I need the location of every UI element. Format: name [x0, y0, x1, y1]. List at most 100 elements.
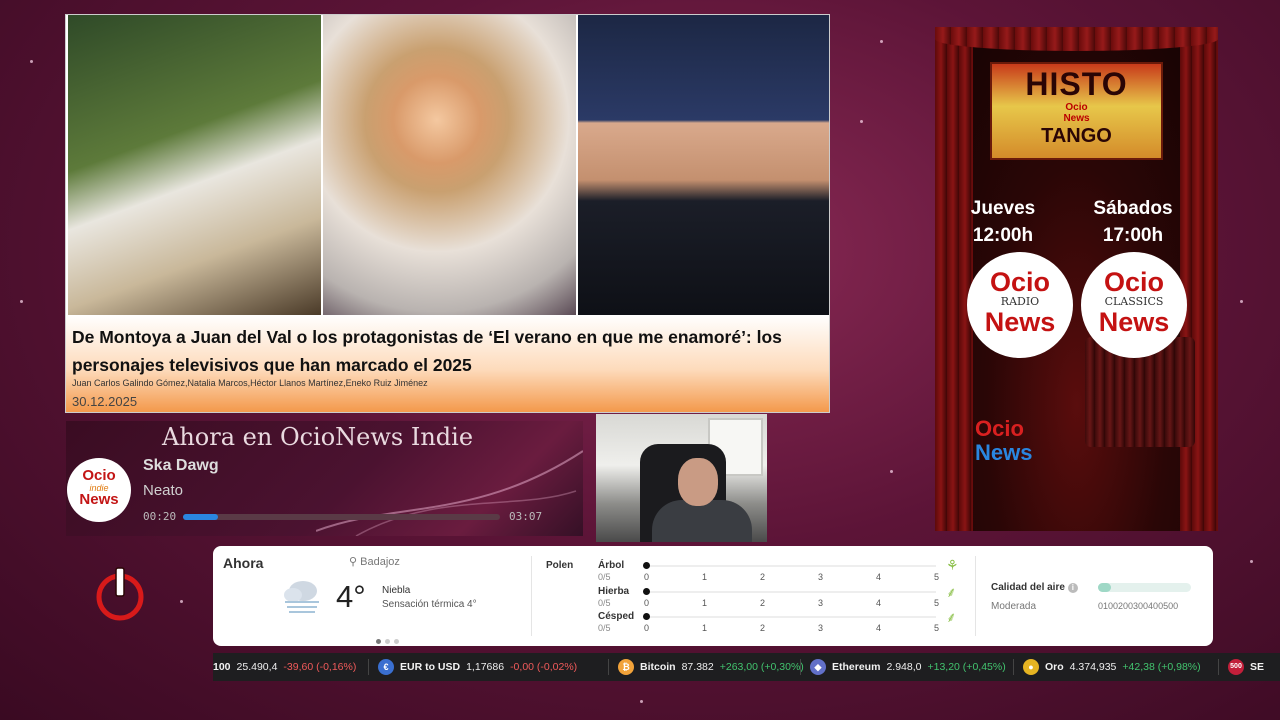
ticker-value: 87.382: [681, 661, 714, 673]
ticker-name: Ethereum: [832, 661, 881, 673]
pollen-row: Árbol 0/5 0 1 2 3 4 5 ⚘: [598, 557, 959, 584]
pollen-score: 0/5: [598, 623, 611, 633]
pollen-title: Polen: [546, 560, 574, 571]
pollen-row: Césped 0/5 0 1 2 3 4 5 ⸙: [598, 609, 958, 635]
schedule-day-2: Sábados: [1093, 198, 1173, 219]
histotango-logo: HISTO Ocio News TANGO: [990, 62, 1163, 160]
ticker-value: 1,17686: [466, 661, 505, 673]
ticker-change: +263,00 (+0,30%): [719, 661, 804, 673]
radio-now-playing: Ahora en OcioNews Indie Ocio indie News …: [66, 421, 583, 536]
elapsed-time: 00:20: [143, 510, 177, 523]
currency-icon: €: [378, 659, 394, 675]
ticker-value: 25.490,4: [236, 661, 278, 673]
tree-icon: ⚘: [946, 557, 959, 573]
pollen-tick: 5: [934, 623, 940, 633]
air-quality-fill: [1098, 583, 1112, 592]
histo-brand-2: News: [1063, 113, 1090, 124]
song-title: Ska Dawg: [143, 457, 219, 474]
info-icon[interactable]: i: [1067, 583, 1078, 593]
ocionews-logo: Ocio News: [975, 417, 1032, 465]
news-photo-3: [578, 15, 829, 315]
location-name: Badajoz: [360, 556, 400, 568]
news-photo-1: [68, 15, 321, 315]
program-poster: HISTO Ocio News TANGO Jueves 12:00h Sába…: [935, 27, 1218, 531]
ticker-value: 4.374,935: [1069, 661, 1117, 673]
pollen-tick: 3: [818, 597, 824, 608]
pollen-score: 0/5: [598, 597, 611, 608]
sp500-icon: 500: [1228, 659, 1244, 675]
market-ticker: 100 25.490,4 -39,60 (-0,16%) € EUR to USD 1,1…: [213, 653, 1280, 681]
ticker-name: SE: [1250, 661, 1265, 673]
pollen-tick: 1: [702, 572, 708, 582]
ticker-change: +13,20 (+0,45%): [927, 661, 1006, 673]
ticker-item[interactable]: Bitcoin 87.382 +263,00 (+0,30%): [640, 661, 804, 673]
ticker-value: 2.948,0: [886, 661, 922, 673]
pollen-track: [646, 616, 936, 618]
schedule-time-2: 17:00h: [1102, 225, 1164, 246]
ocionews-classics-badge: Ocio CLASSICS News: [1081, 252, 1187, 358]
news-authors: Juan Carlos Galindo Gómez,Natalia Marcos…: [72, 378, 428, 388]
herb-icon: ⸙: [946, 583, 957, 600]
news-headline[interactable]: De Montoya a Juan del Val o los protagon…: [72, 323, 817, 379]
bitcoin-icon: ₿: [618, 659, 634, 675]
pollen-tick: 4: [876, 597, 882, 608]
ticker-item[interactable]: EUR to USD 1,17686 -0,00 (-0,02%): [400, 661, 577, 673]
pollen-tick: 2: [760, 597, 766, 608]
gold-icon: ●: [1023, 659, 1039, 675]
ticker-change: -39,60 (-0,16%): [283, 661, 357, 673]
air-quality-status: Moderada: [991, 601, 1037, 612]
ticker-separator: [1218, 659, 1219, 675]
ticker-item[interactable]: Oro 4.374,935 +42,38 (+0,98%): [1045, 661, 1201, 673]
weather-condition: Niebla: [382, 585, 411, 596]
ticker-item[interactable]: SE: [1250, 661, 1264, 673]
air-quality-label-text: Calidad del aire: [991, 582, 1065, 593]
histo-brand-1: Ocio: [1065, 102, 1088, 113]
ticker-name: Oro: [1045, 661, 1064, 673]
pollen-tick: 3: [818, 623, 824, 633]
ticker-name: Bitcoin: [640, 661, 676, 673]
pollen-tick: 4: [876, 572, 882, 582]
ocionews-radio-badge: Ocio RADIO News: [967, 252, 1073, 358]
logo-text-top: Ocio: [82, 467, 116, 484]
pollen-tick: 1: [702, 623, 708, 633]
grass-icon: ⸙: [946, 609, 957, 625]
pollen-tick: 2: [760, 572, 766, 582]
ticker-separator: [368, 659, 369, 675]
pollen-row: Hierba 0/5 0 1 2 3 4 5 ⸙: [598, 583, 958, 610]
curtain-top: [935, 27, 1218, 51]
ticker-change: +42,38 (+0,98%): [1122, 661, 1201, 673]
pollen-tick: 5: [934, 597, 940, 608]
fog-cloud-icon: [284, 581, 319, 613]
ticker-name: EUR to USD: [400, 661, 461, 673]
ethereum-icon: ◆: [810, 659, 826, 675]
ticker-item[interactable]: Ethereum 2.948,0 +13,20 (+0,45%): [832, 661, 1006, 673]
badge-text-top: Ocio: [1103, 267, 1164, 297]
weather-pagination-dots[interactable]: [376, 631, 403, 649]
ticker-change: -0,00 (-0,02%): [510, 661, 578, 673]
weather-location[interactable]: ⚲ Badajoz: [349, 555, 400, 568]
page-dot[interactable]: [376, 639, 381, 644]
pollen-label: Césped: [598, 611, 635, 622]
badge-text-top: Ocio: [989, 267, 1050, 297]
poster-logo-bottom: News: [975, 440, 1033, 465]
badge-text-bottom: News: [1098, 307, 1170, 337]
ticker-separator: [608, 659, 609, 675]
ticker-item[interactable]: 100 25.490,4 -39,60 (-0,16%): [213, 661, 356, 673]
pollen-level-dot: [643, 587, 650, 595]
ticker-name: 100: [213, 661, 231, 673]
news-hero-card[interactable]: De Montoya a Juan del Val o los protagon…: [65, 14, 830, 413]
pollen-track: [646, 565, 936, 567]
pollen-track: [646, 590, 936, 593]
pollen-score: 0/5: [598, 572, 611, 582]
webcam-feed: [596, 414, 767, 542]
playback-progress-bar[interactable]: [183, 514, 500, 520]
air-quality-label: Calidad del aire i: [991, 582, 1078, 593]
pollen-tick: 0: [644, 572, 650, 582]
playback-progress-fill: [183, 514, 218, 520]
schedule-time-1: 12:00h: [972, 225, 1034, 246]
page-dot[interactable]: [394, 639, 399, 644]
air-quality-bar: [1098, 583, 1191, 592]
pollen-level-dot: [643, 613, 650, 620]
webcam-person-body: [652, 500, 752, 542]
page-dot[interactable]: [385, 639, 390, 644]
